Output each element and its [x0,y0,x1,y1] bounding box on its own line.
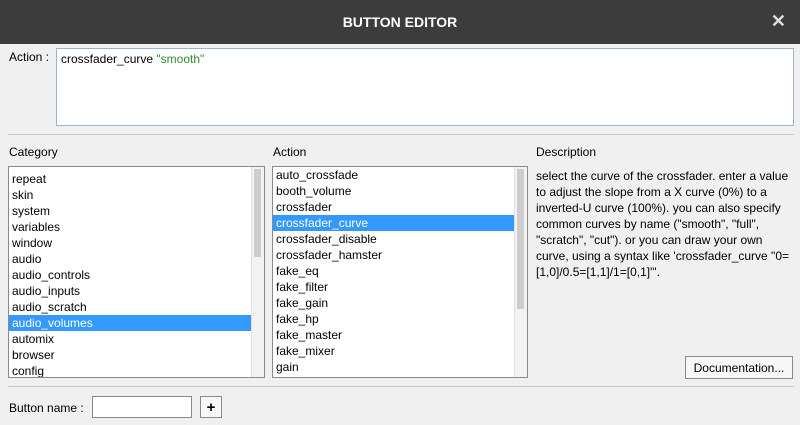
category-item[interactable]: repeat [9,171,252,187]
button-name-input[interactable] [92,396,192,418]
category-item[interactable]: audio_scratch [9,299,252,315]
category-item[interactable]: audio_volumes [9,315,252,331]
category-item[interactable]: window [9,235,252,251]
action-item[interactable]: crossfader_disable [273,231,515,247]
category-item[interactable]: audio_controls [9,267,252,283]
category-header: Category [9,145,58,159]
category-items: repeat skin system variables window audio audi… [9,171,252,377]
action-item[interactable]: auto_crossfade [273,167,515,183]
action-items: auto_crossfade booth_volume crossfader cros… [273,167,515,375]
category-item[interactable]: skin [9,187,252,203]
action-label: Action : [9,50,50,64]
action-argument: "smooth" [156,52,205,66]
window-title: BUTTON EDITOR [342,14,458,30]
action-scrollbar[interactable] [514,167,527,377]
description-text: select the curve of the crossfader. ente… [536,169,790,279]
action-item[interactable]: fake_mixer [273,343,515,359]
action-item[interactable]: fake_hp [273,311,515,327]
category-item[interactable]: audio_inputs [9,283,252,299]
close-icon[interactable]: ✕ [771,11,786,32]
category-item[interactable]: audio [9,251,252,267]
action-item[interactable]: fake_master [273,327,515,343]
button-name-label: Button name : [9,401,84,415]
category-list[interactable]: repeat skin system variables window audio audi… [8,166,265,378]
category-item[interactable]: system [9,203,252,219]
action-list-header: Action [273,145,307,159]
divider [8,134,794,135]
action-item[interactable]: booth_volume [273,183,515,199]
action-editor[interactable]: crossfader_curve "smooth" [56,48,794,126]
action-item[interactable]: fake_filter [273,279,515,295]
action-item[interactable]: gain [273,359,515,375]
category-item[interactable]: automix [9,331,252,347]
action-scroll-thumb[interactable] [517,169,524,309]
description-header: Description [536,145,597,159]
action-item[interactable]: crossfader [273,199,515,215]
documentation-button[interactable]: Documentation... [685,356,793,379]
action-item[interactable]: fake_eq [273,263,515,279]
action-item[interactable]: crossfader_curve [273,215,515,231]
add-icon[interactable]: + [200,396,222,418]
category-item[interactable]: browser [9,347,252,363]
action-command: crossfader_curve [61,52,154,66]
divider-bottom [8,386,794,387]
action-item[interactable]: crossfader_hamster [273,247,515,263]
category-scrollbar[interactable] [251,167,264,377]
action-item[interactable]: fake_gain [273,295,515,311]
category-item[interactable]: config [9,363,252,377]
action-list[interactable]: auto_crossfade booth_volume crossfader cros… [272,166,528,378]
title-bar: BUTTON EDITOR ✕ [0,0,800,44]
category-item[interactable]: variables [9,219,252,235]
category-scroll-thumb[interactable] [254,169,261,257]
